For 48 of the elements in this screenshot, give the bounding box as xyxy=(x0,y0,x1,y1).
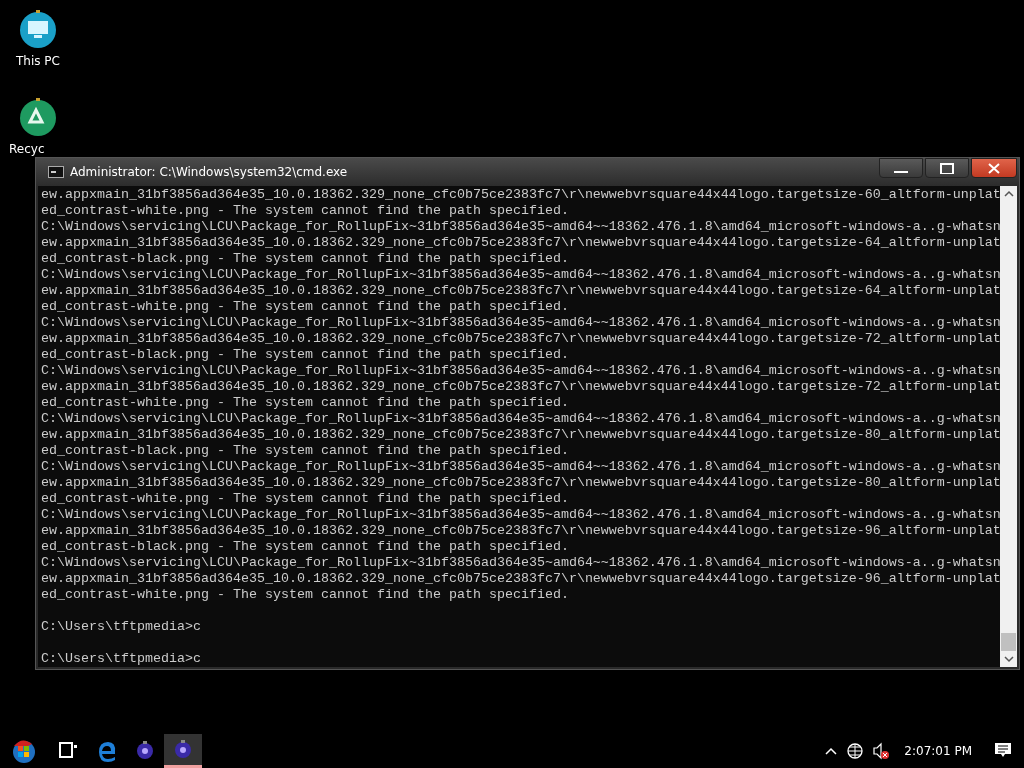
console-line: ew.appxmain_31bf3856ad364e35_10.0.18362.329_none_cfc0b75ce2383fc7\r\newwebvrsquare44x44logo.targetsize-64_altform-unplat xyxy=(41,283,1000,299)
command-prompt: C:\Users\tftpmedia>c xyxy=(41,619,202,635)
speaker-muted-icon[interactable] xyxy=(872,742,891,760)
scroll-down-icon[interactable] xyxy=(1003,655,1014,663)
console-line: C:\Windows\servicing\LCU\Package_for_RollupFix~31bf3856ad364e35~amd64~~18362.476.1.8\amd64_microsoft-windows-a..g-whatsn xyxy=(41,459,1000,475)
console-line: ew.appxmain_31bf3856ad364e35_10.0.18362.329_none_cfc0b75ce2383fc7\r\newwebvrsquare44x44logo.targetsize-80_altform-unplat xyxy=(41,475,1000,491)
console-line: ed_contrast-white.png - The system cannot find the path specified. xyxy=(41,395,570,411)
console-icon xyxy=(48,166,64,178)
taskbar-app-button[interactable] xyxy=(164,734,202,768)
icon-label: This PC xyxy=(16,53,60,70)
console-line: C:\Windows\servicing\LCU\Package_for_RollupFix~31bf3856ad364e35~amd64~~18362.476.1.8\amd64_microsoft-windows-a..g-whatsn xyxy=(41,507,1000,523)
minimize-icon xyxy=(894,171,908,173)
console-line: ew.appxmain_31bf3856ad364e35_10.0.18362.329_none_cfc0b75ce2383fc7\r\newwebvrsquare44x44logo.targetsize-60_altform-unplat xyxy=(41,187,1000,203)
console-line: ed_contrast-black.png - The system cannot find the path specified. xyxy=(41,443,570,459)
close-icon xyxy=(987,162,1001,174)
recycle-bin-icon[interactable] xyxy=(18,96,58,138)
console-line: ew.appxmain_31bf3856ad364e35_10.0.18362.329_none_cfc0b75ce2383fc7\r\newwebvrsquare44x44logo.targetsize-72_altform-unplat xyxy=(41,379,1000,395)
window-title: Administrator: C:\Windows\system32\cmd.exe xyxy=(70,164,348,181)
minimize-button[interactable] xyxy=(879,158,923,178)
console-line: C:\Windows\servicing\LCU\Package_for_RollupFix~31bf3856ad364e35~amd64~~18362.476.1.8\amd64_microsoft-windows-a..g-whatsn xyxy=(41,315,1000,331)
icon-label: Recyc xyxy=(9,141,45,158)
clock[interactable]: 2:07:01 PM xyxy=(904,742,972,760)
console-line: ed_contrast-black.png - The system cannot find the path specified. xyxy=(41,347,570,363)
console-line: C:\Windows\servicing\LCU\Package_for_RollupFix~31bf3856ad364e35~amd64~~18362.476.1.8\amd64_microsoft-windows-a..g-whatsn xyxy=(41,219,1000,235)
console-line: ew.appxmain_31bf3856ad364e35_10.0.18362.329_none_cfc0b75ce2383fc7\r\newwebvrsquare44x44logo.targetsize-96_altform-unplat xyxy=(41,571,1000,587)
maximize-icon xyxy=(940,162,954,174)
close-button[interactable] xyxy=(971,158,1017,178)
globe-icon[interactable] xyxy=(846,742,865,760)
maximize-button[interactable] xyxy=(925,158,969,178)
console-line: ew.appxmain_31bf3856ad364e35_10.0.18362.329_none_cfc0b75ce2383fc7\r\newwebvrsquare44x44logo.targetsize-72_altform-unplat xyxy=(41,331,1000,347)
command-prompt: C:\Users\tftpmedia>c xyxy=(41,651,202,667)
console-line: ed_contrast-white.png - The system cannot find the path specified. xyxy=(41,299,570,315)
console-line: ed_contrast-white.png - The system cannot find the path specified. xyxy=(41,491,570,507)
console-line: ew.appxmain_31bf3856ad364e35_10.0.18362.329_none_cfc0b75ce2383fc7\r\newwebvrsquare44x44logo.targetsize-64_altform-unplat xyxy=(41,235,1000,251)
console-line: C:\Windows\servicing\LCU\Package_for_RollupFix~31bf3856ad364e35~amd64~~18362.476.1.8\amd64_microsoft-windows-a..g-whatsn xyxy=(41,267,1000,283)
console-line: ed_contrast-white.png - The system cannot find the path specified. xyxy=(41,203,570,219)
computer-icon[interactable] xyxy=(18,8,58,50)
scrollbar[interactable] xyxy=(1000,186,1017,667)
scroll-thumb[interactable] xyxy=(1001,633,1016,651)
console-line: C:\Windows\servicing\LCU\Package_for_RollupFix~31bf3856ad364e35~amd64~~18362.476.1.8\amd64_microsoft-windows-a..g-whatsn xyxy=(41,555,1000,571)
console-line: ed_contrast-black.png - The system cannot find the path specified. xyxy=(41,251,570,267)
console-line: C:\Windows\servicing\LCU\Package_for_RollupFix~31bf3856ad364e35~amd64~~18362.476.1.8\amd64_microsoft-windows-a..g-whatsn xyxy=(41,363,1000,379)
console-line: ed_contrast-white.png - The system cannot find the path specified. xyxy=(41,587,570,603)
console-line: ed_contrast-black.png - The system cannot find the path specified. xyxy=(41,539,570,555)
scroll-up-icon[interactable] xyxy=(1003,190,1014,198)
console-line: C:\Windows\servicing\LCU\Package_for_RollupFix~31bf3856ad364e35~amd64~~18362.476.1.8\amd64_microsoft-windows-a..g-whatsn xyxy=(41,411,1000,427)
console-line: ew.appxmain_31bf3856ad364e35_10.0.18362.329_none_cfc0b75ce2383fc7\r\newwebvrsquare44x44logo.targetsize-80_altform-unplat xyxy=(41,427,1000,443)
console-line: ew.appxmain_31bf3856ad364e35_10.0.18362.329_none_cfc0b75ce2383fc7\r\newwebvrsquare44x44logo.targetsize-96_altform-unplat xyxy=(41,523,1000,539)
